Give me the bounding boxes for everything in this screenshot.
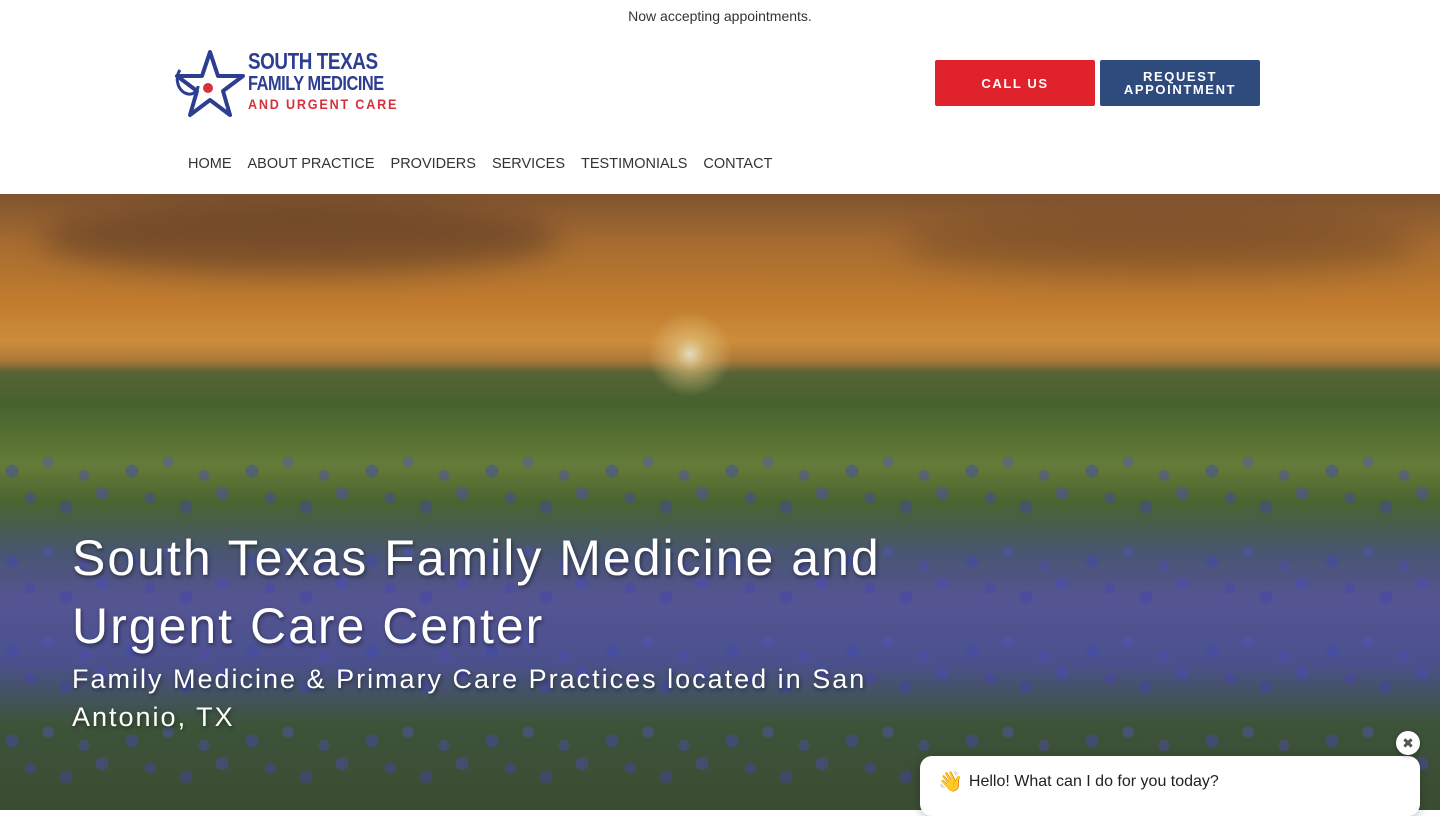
call-us-button[interactable]: CALL US [935,60,1095,106]
nav-item-testimonials[interactable]: TESTIMONIALS [573,152,695,176]
logo-line-1: SOUTH TEXAS [248,48,378,74]
hero-subtitle: Family Medicine & Primary Care Practices… [72,664,867,732]
chat-close-icon[interactable]: ✖ [1396,731,1420,755]
chat-message: Hello! What can I do for you today? [968,773,1219,790]
main-nav: HOME ABOUT PRACTICE PROVIDERS SERVICES T… [180,152,780,176]
star-stethoscope-icon [175,50,245,117]
waving-hand-icon: 👋 [938,771,963,793]
nav-item-providers[interactable]: PROVIDERS [383,152,484,176]
chat-widget[interactable]: 👋 Hello! What can I do for you today? [920,756,1420,816]
hero-banner: South Texas Family Medicine and Urgent C… [0,194,1440,810]
logo-line-3: AND URGENT CARE [248,96,399,112]
hero-title: South Texas Family Medicine and Urgent C… [72,530,881,654]
nav-item-contact[interactable]: CONTACT [695,152,780,176]
nav-item-about-practice[interactable]: ABOUT PRACTICE [240,152,383,176]
site-logo[interactable]: SOUTH TEXAS FAMILY MEDICINE AND URGENT C… [172,46,396,120]
logo-line-2: FAMILY MEDICINE [248,73,384,95]
request-appointment-button[interactable]: REQUEST APPOINTMENT [1100,60,1260,106]
nav-item-services[interactable]: SERVICES [484,152,573,176]
nav-item-home[interactable]: HOME [180,152,240,176]
announcement-bar: Now accepting appointments. [628,8,812,24]
